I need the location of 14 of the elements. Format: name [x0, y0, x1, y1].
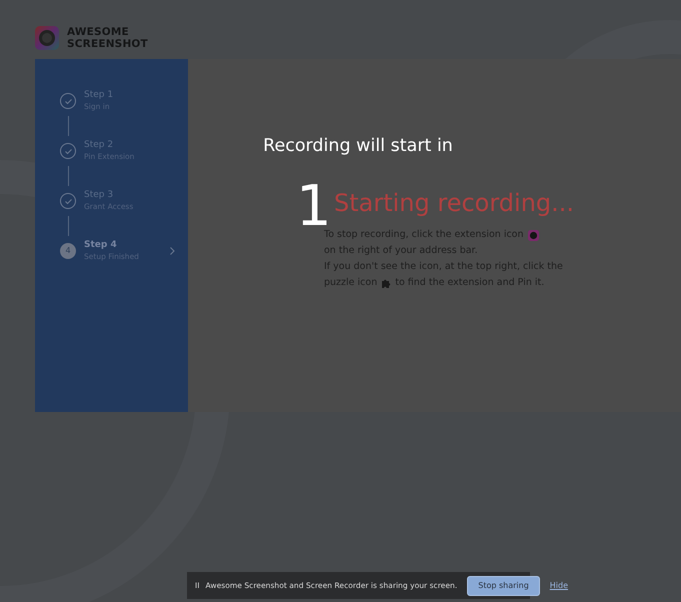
step-title: Step 1	[84, 89, 114, 101]
status-heading: Starting recording...	[334, 188, 576, 219]
countdown-number: 1	[296, 184, 332, 230]
stop-sharing-button[interactable]: Stop sharing	[467, 576, 540, 596]
countdown-title: Recording will start in	[262, 135, 454, 158]
step-title: Step 3	[84, 189, 114, 201]
extension-icon	[528, 230, 539, 240]
step-title: Step 4	[84, 239, 118, 251]
step-title: Step 2	[84, 139, 114, 151]
chevron-right-icon	[170, 247, 175, 255]
hide-link[interactable]: Hide	[550, 580, 568, 592]
puzzle-icon	[381, 278, 392, 288]
step-number-circle: 4	[60, 243, 76, 259]
camera-logo-icon	[35, 26, 59, 50]
